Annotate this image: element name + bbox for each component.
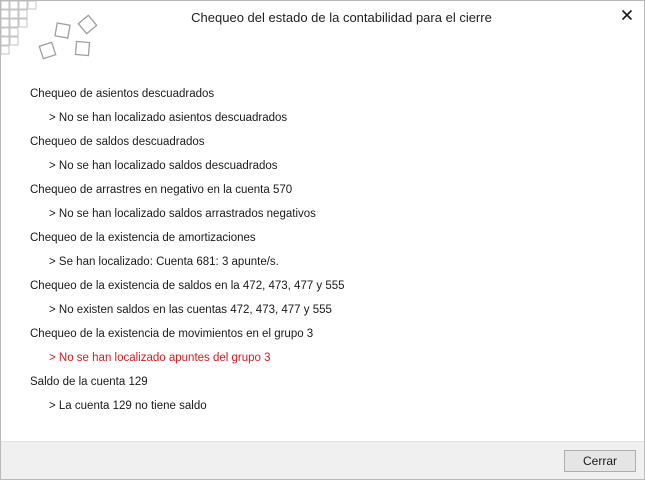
check-heading: Chequeo de la existencia de movimientos … [30,328,314,340]
close-button[interactable] [616,5,638,25]
check-heading: Chequeo de la existencia de saldos en la… [30,280,345,292]
check-heading: Chequeo de saldos descuadrados [30,136,205,148]
check-heading: Chequeo de arrastres en negativo en la c… [30,184,293,196]
close-icon [621,9,633,21]
check-result: > No se han localizado saldos descuadrad… [49,160,278,172]
window-title: Chequeo del estado de la contabilidad pa… [191,10,492,25]
dialog-footer: Cerrar [1,441,644,479]
check-result: > No se han localizado asientos descuadr… [49,112,288,124]
check-result-error: > No se han localizado apuntes del grupo… [49,352,271,364]
check-result: > No existen saldos en las cuentas 472, … [49,304,332,316]
check-heading: Saldo de la cuenta 129 [30,376,148,388]
title-bar: Chequeo del estado de la contabilidad pa… [1,1,644,60]
check-heading: Chequeo de asientos descuadrados [30,88,215,100]
check-result: > Se han localizado: Cuenta 681: 3 apunt… [49,256,279,268]
cerrar-button[interactable]: Cerrar [564,450,636,472]
check-result: > No se han localizado saldos arrastrado… [49,208,316,220]
check-heading: Chequeo de la existencia de amortizacion… [30,232,256,244]
check-result: > La cuenta 129 no tiene saldo [49,400,207,412]
dialog-window: Chequeo del estado de la contabilidad pa… [0,0,645,480]
